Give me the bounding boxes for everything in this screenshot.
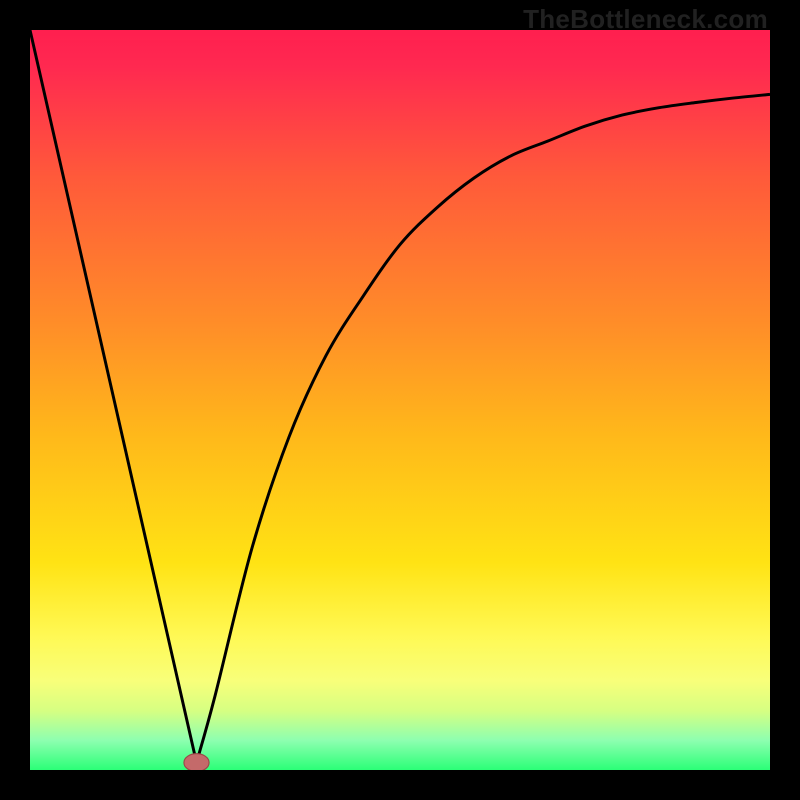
gradient-background [30,30,770,770]
watermark-text: TheBottleneck.com [523,4,768,35]
chart-container: TheBottleneck.com [0,0,800,800]
plot-area [30,30,770,770]
